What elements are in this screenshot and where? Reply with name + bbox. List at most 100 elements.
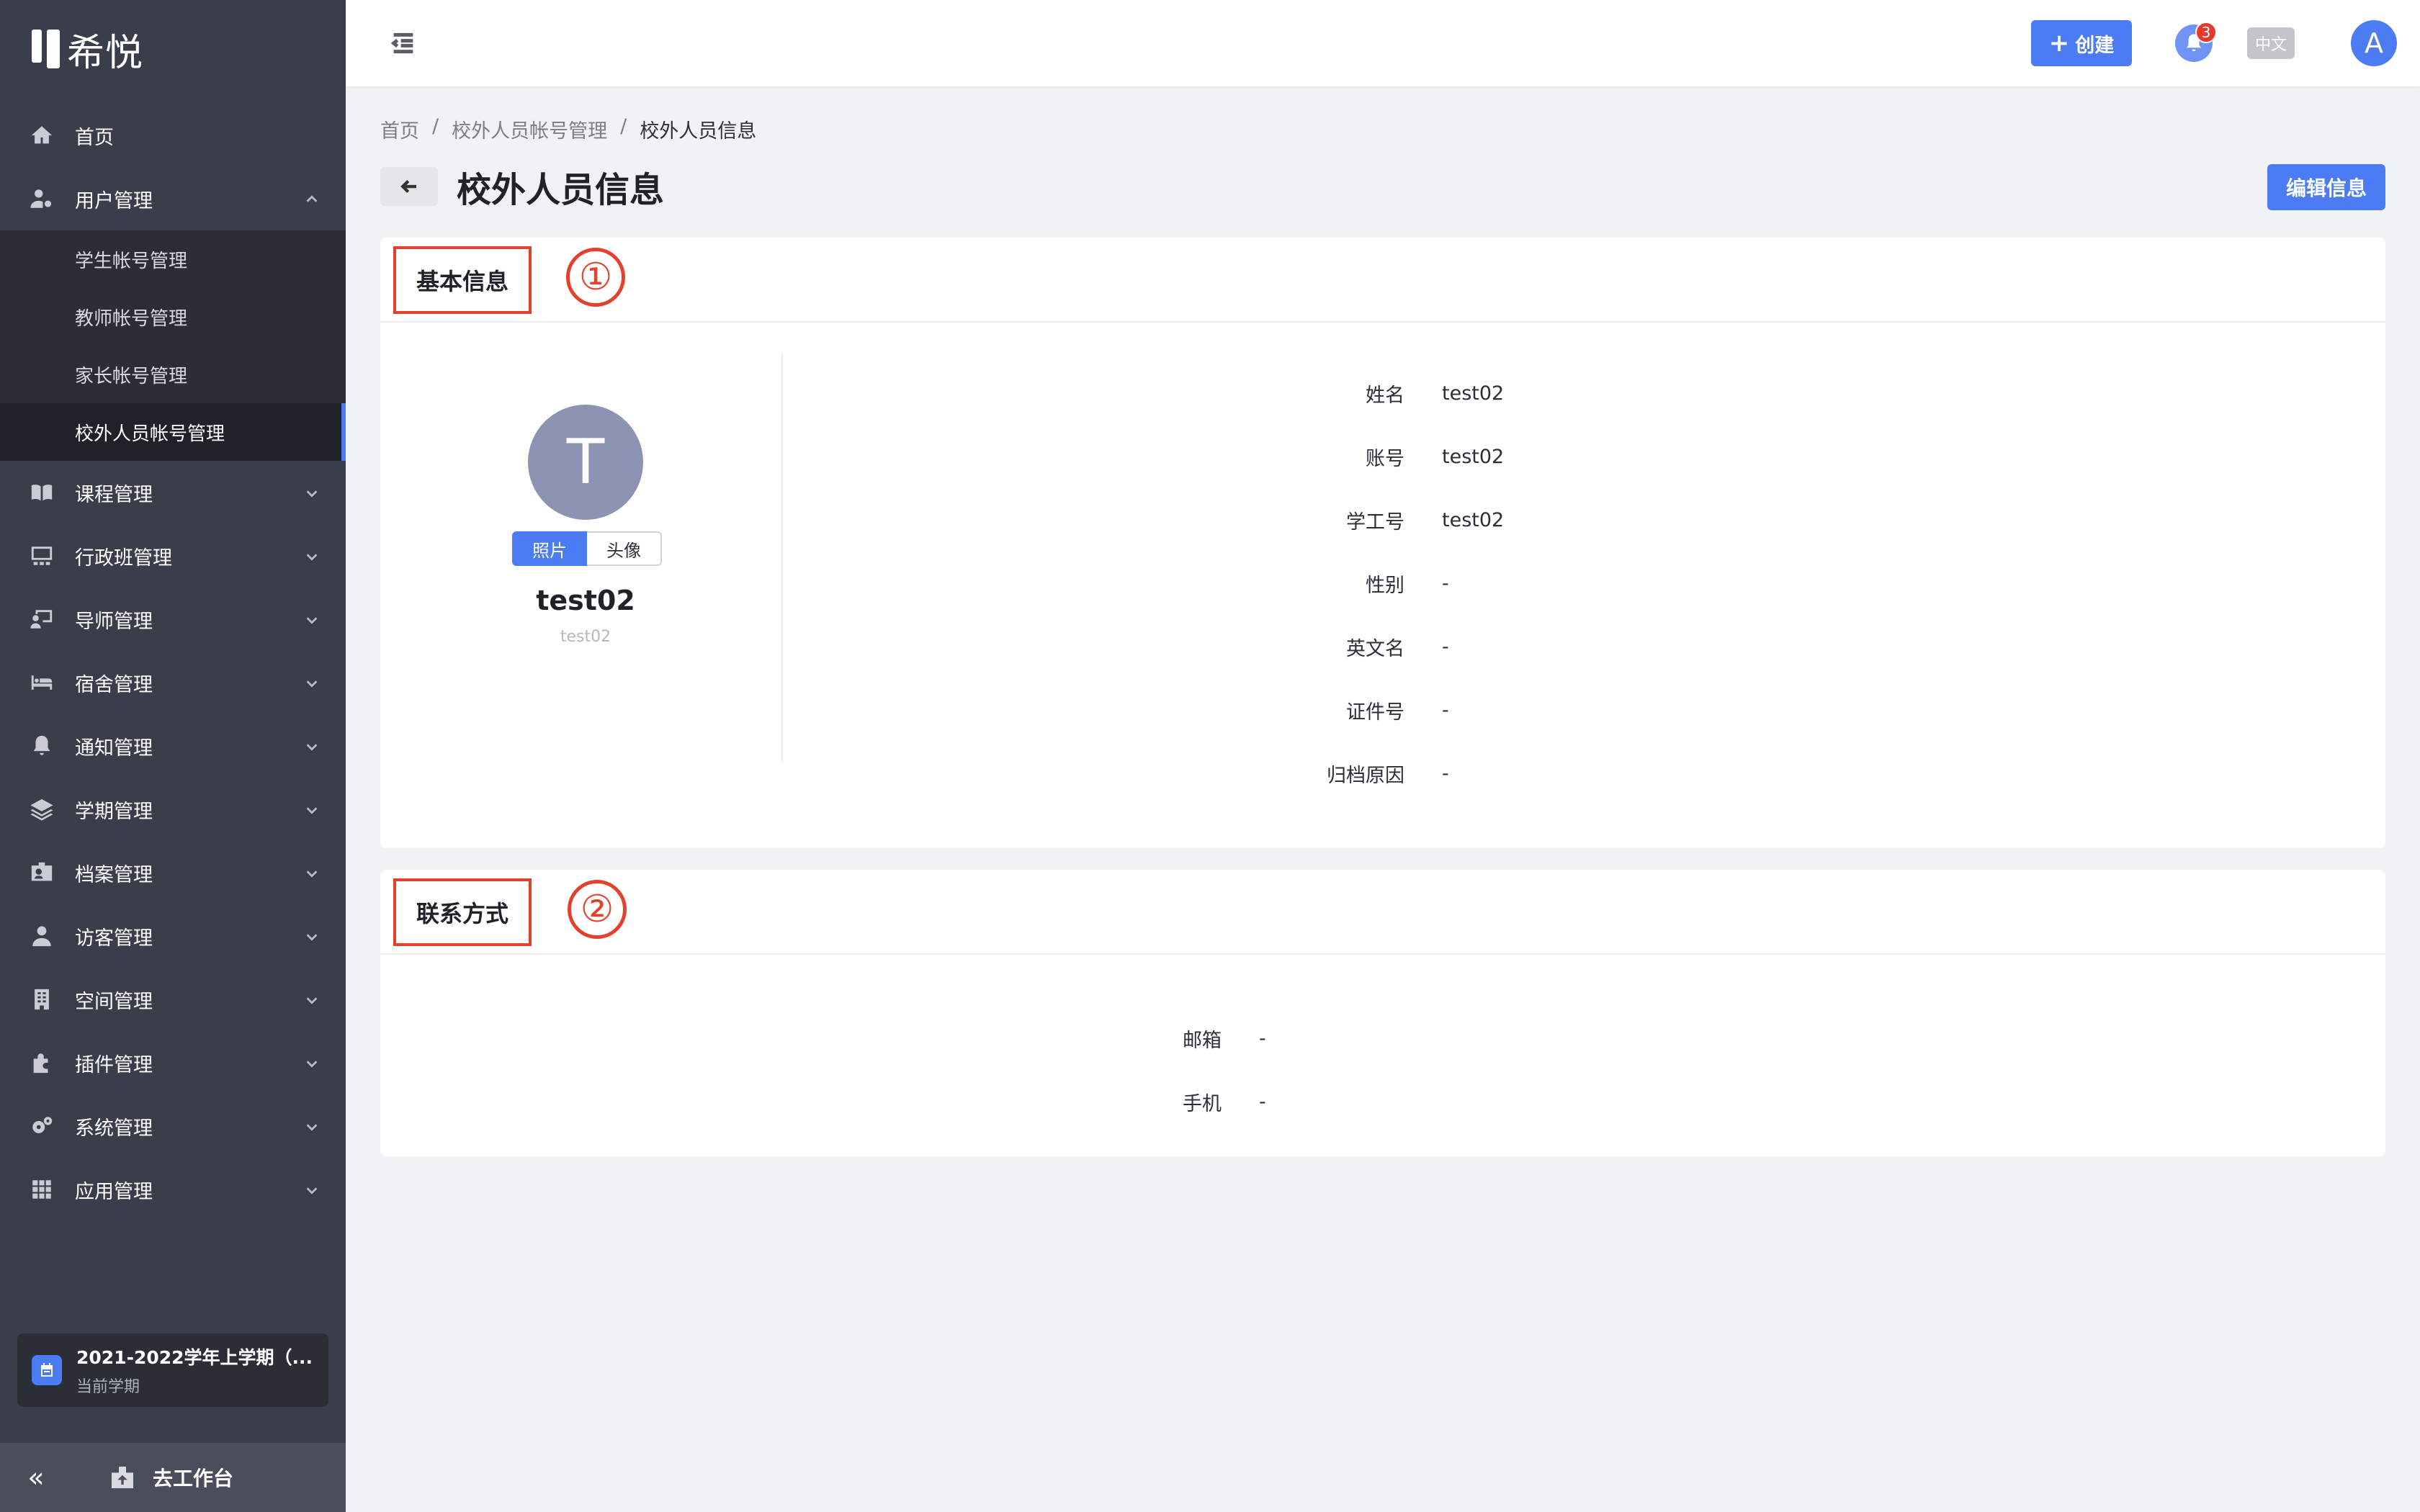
sidebar-item-label: 应用管理 (75, 1180, 153, 1203)
field-label: 性别 (1366, 574, 1404, 597)
sidebar-item-system-management[interactable]: 系统管理 (0, 1094, 346, 1158)
sidebar-nav: 首页 用户管理 学生帐号管理 教师帐号管理 家长帐号管理 校外人员帐号管理 课程… (0, 104, 346, 1221)
sidebar-item-archive-management[interactable]: 档案管理 (0, 841, 346, 904)
gears-icon (29, 1113, 55, 1139)
user-settings-icon (29, 186, 55, 212)
sidebar-item-space-management[interactable]: 空间管理 (0, 968, 346, 1031)
basic-info-card: 基本信息 ① T 照片 头像 test02 test02 姓名 test02 账… (380, 238, 2385, 848)
sidebar-item-class-management[interactable]: 行政班管理 (0, 524, 346, 588)
sidebar-item-label: 课程管理 (75, 483, 153, 506)
sidebar-item-label: 档案管理 (75, 863, 153, 886)
sidebar-item-mentor-management[interactable]: 导师管理 (0, 588, 346, 651)
bed-icon (29, 670, 55, 696)
layers-icon (29, 796, 55, 822)
field-label: 手机 (1183, 1092, 1222, 1115)
back-button[interactable] (380, 167, 438, 206)
sidebar-item-user-management[interactable]: 用户管理 (0, 167, 346, 230)
sidebar-item-label: 系统管理 (75, 1117, 153, 1140)
sidebar-item-label: 首页 (75, 126, 114, 149)
term-title: 2021-2022学年上学期（... (76, 1347, 313, 1368)
sidebar-item-app-management[interactable]: 应用管理 (0, 1158, 346, 1221)
contact-info-header: 联系方式 ② (380, 870, 2385, 955)
current-term-card[interactable]: 2021-2022学年上学期（... 当前学期 (17, 1333, 328, 1407)
visitor-icon (29, 923, 55, 949)
field-english-name-row: 英文名 (380, 632, 1404, 661)
sidebar-item-term-management[interactable]: 学期管理 (0, 778, 346, 841)
edit-info-button[interactable]: 编辑信息 (2267, 164, 2385, 210)
field-label: 英文名 (1346, 637, 1404, 660)
field-value: - (1442, 635, 1449, 658)
contact-info-title: 联系方式 (393, 878, 532, 946)
chevron-down-icon (304, 927, 320, 943)
avatar-tab[interactable]: 头像 (587, 531, 662, 566)
sidebar-item-label: 学期管理 (75, 800, 153, 823)
notification-count-badge: 3 (2195, 22, 2217, 43)
sidebar-item-dorm-management[interactable]: 宿舍管理 (0, 651, 346, 714)
user-avatar[interactable]: A (2351, 20, 2397, 66)
basic-info-header: 基本信息 ① (380, 238, 2385, 323)
menu-fold-icon[interactable] (389, 29, 418, 58)
classroom-icon (29, 543, 55, 569)
field-label: 学工号 (1346, 510, 1404, 534)
sidebar-item-home[interactable]: 首页 (0, 104, 346, 167)
chevron-down-icon (304, 1181, 320, 1197)
arrow-left-icon (400, 179, 416, 194)
language-switch[interactable]: 中文 (2247, 27, 2295, 59)
sidebar-subitem-parent-accounts[interactable]: 家长帐号管理 (0, 346, 346, 403)
page-title: 校外人员信息 (457, 170, 665, 210)
photo-avatar-toggle: 照片 头像 (512, 531, 662, 566)
sidebar-subitem-student-accounts[interactable]: 学生帐号管理 (0, 230, 346, 288)
collapse-sidebar-button[interactable]: « (0, 1443, 72, 1512)
field-account-row: 账号 (380, 442, 1404, 471)
breadcrumb-home[interactable]: 首页 (380, 115, 419, 143)
chevron-down-icon (304, 674, 320, 690)
sidebar-subitem-external-accounts[interactable]: 校外人员帐号管理 (0, 403, 346, 461)
sidebar-footer: « 去工作台 (0, 1443, 346, 1512)
puzzle-icon (29, 1050, 55, 1076)
sidebar: 希悦 首页 用户管理 学生帐号管理 教师帐号管理 家长帐号管理 校外人员帐号管理… (0, 0, 346, 1512)
sidebar-item-course-management[interactable]: 课程管理 (0, 461, 346, 524)
user-submenu: 学生帐号管理 教师帐号管理 家长帐号管理 校外人员帐号管理 (0, 230, 346, 461)
logo-mark-icon (32, 30, 60, 68)
sidebar-item-label: 宿舍管理 (75, 673, 153, 696)
field-value: - (1442, 762, 1449, 785)
chevron-up-icon (304, 190, 320, 206)
field-value: test02 (1442, 445, 1505, 468)
field-value: - (1442, 572, 1449, 595)
field-archive-reason-row: 归档原因 (380, 759, 1404, 788)
sidebar-item-visitor-management[interactable]: 访客管理 (0, 904, 346, 968)
book-icon (29, 480, 55, 505)
top-header: + 创建 3 中文 A (346, 0, 2420, 86)
annotation-marker-2: ② (568, 880, 627, 939)
breadcrumb-external-accounts[interactable]: 校外人员帐号管理 (452, 115, 607, 143)
sidebar-item-label: 空间管理 (75, 990, 153, 1013)
basic-info-title: 基本信息 (393, 246, 532, 314)
sidebar-subitem-teacher-accounts[interactable]: 教师帐号管理 (0, 288, 346, 346)
go-workbench-button[interactable]: 去工作台 (108, 1463, 233, 1492)
field-id-number-row: 证件号 (380, 696, 1404, 724)
field-label: 证件号 (1346, 701, 1404, 724)
sidebar-item-plugin-management[interactable]: 插件管理 (0, 1031, 346, 1094)
contact-info-card: 联系方式 ② 邮箱 - 手机 - (380, 870, 2385, 1156)
chevron-down-icon (304, 991, 320, 1007)
chevron-down-icon (304, 547, 320, 563)
field-value: test02 (1442, 382, 1505, 405)
sidebar-item-label: 访客管理 (75, 927, 153, 950)
building-icon (29, 986, 55, 1012)
calendar-icon (32, 1355, 62, 1385)
field-phone-row: 手机 (380, 1087, 1222, 1116)
app-logo[interactable]: 希悦 (32, 27, 143, 75)
sidebar-item-label: 用户管理 (75, 189, 153, 212)
breadcrumb: 首页 / 校外人员帐号管理 / 校外人员信息 (380, 115, 756, 143)
chevron-down-icon (304, 801, 320, 816)
workbench-label: 去工作台 (153, 1467, 234, 1490)
photo-tab[interactable]: 照片 (512, 531, 587, 566)
create-button[interactable]: + 创建 (2031, 20, 2132, 66)
bell-icon (29, 733, 55, 759)
grid-icon (29, 1176, 55, 1202)
chevron-down-icon (304, 737, 320, 753)
sidebar-item-label: 行政班管理 (75, 546, 172, 570)
id-card-icon (29, 860, 55, 886)
sidebar-item-notice-management[interactable]: 通知管理 (0, 714, 346, 778)
field-gender-row: 性别 (380, 569, 1404, 598)
